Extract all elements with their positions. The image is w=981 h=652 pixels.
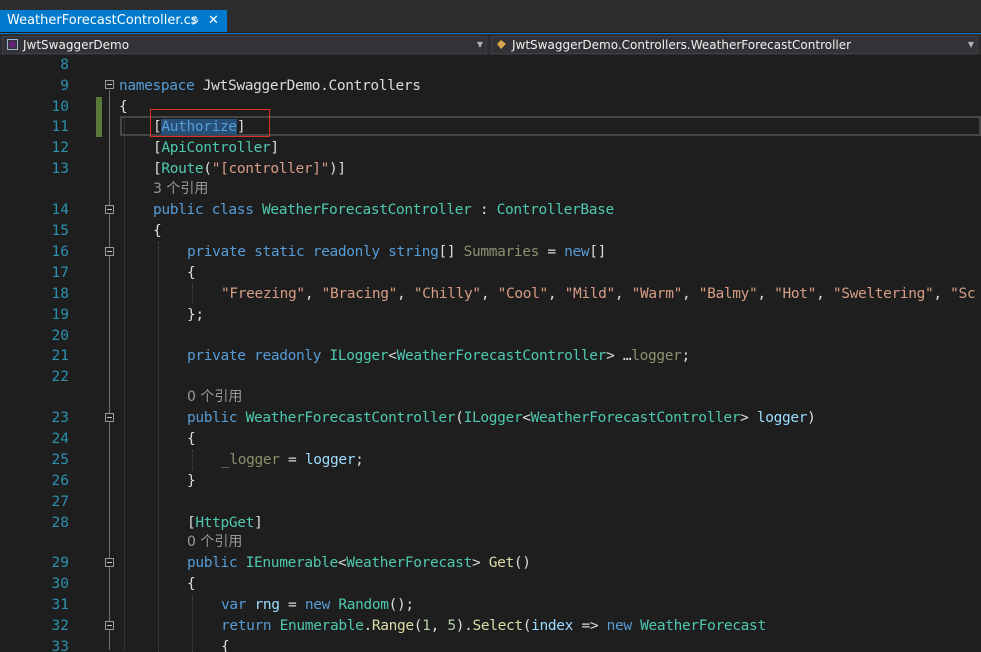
- code-line: public WeatherForecastController(ILogger…: [187, 410, 816, 426]
- code-line: {: [153, 223, 162, 239]
- code-line: _logger = logger;: [221, 452, 364, 468]
- tab-weatherforecastcontroller[interactable]: WeatherForecastController.cs ⊅ ✕: [0, 10, 227, 32]
- codelens-references[interactable]: 3 个引用: [0, 179, 981, 197]
- code-line: [HttpGet]: [187, 515, 263, 531]
- code-line: public class WeatherForecastController :…: [153, 202, 614, 218]
- code-line: private readonly ILogger<WeatherForecast…: [187, 348, 690, 364]
- line-number: 8: [60, 57, 69, 73]
- code-line: {: [187, 576, 196, 592]
- type-label: JwtSwaggerDemo.Controllers.WeatherForeca…: [512, 38, 852, 52]
- code-line: [Route("[controller]")]: [153, 161, 346, 177]
- navigation-bar: JwtSwaggerDemo ▼ JwtSwaggerDemo.Controll…: [0, 33, 981, 55]
- line-number: 20: [51, 328, 69, 344]
- code-line: };: [187, 307, 204, 323]
- code-line: namespace JwtSwaggerDemo.Controllers: [119, 77, 421, 94]
- type-dropdown[interactable]: JwtSwaggerDemo.Controllers.WeatherForeca…: [491, 36, 978, 54]
- code-line: [ApiController]: [153, 140, 279, 157]
- csharp-project-icon: [7, 39, 18, 50]
- code-line: [Authorize]: [153, 119, 246, 136]
- document-tab-strip: WeatherForecastController.cs ⊅ ✕: [0, 0, 981, 32]
- line-number: 27: [51, 494, 69, 510]
- chevron-down-icon[interactable]: ▼: [968, 37, 974, 53]
- code-line: private static readonly string[] Summari…: [187, 244, 607, 260]
- codelens-references[interactable]: 0 个引用: [0, 387, 981, 405]
- close-icon[interactable]: ✕: [208, 10, 219, 32]
- code-line: {: [187, 265, 196, 281]
- chevron-down-icon[interactable]: ▼: [477, 37, 483, 53]
- class-icon: [497, 40, 506, 49]
- code-line: {: [221, 639, 230, 652]
- code-line: public IEnumerable<WeatherForecast> Get(…: [187, 555, 531, 571]
- code-editor[interactable]: 8 9 10 11 12 13 14 15 16 17 18 19 20 21 …: [0, 55, 981, 652]
- tab-title: WeatherForecastController.cs: [7, 13, 198, 28]
- codelens-references[interactable]: 0 个引用: [0, 532, 981, 550]
- line-number: 22: [51, 369, 69, 385]
- selected-text: Authorize: [161, 119, 237, 136]
- code-line: var rng = new Random();: [221, 597, 414, 613]
- code-line: {: [119, 98, 128, 115]
- project-label: JwtSwaggerDemo: [23, 38, 130, 52]
- code-line: "Freezing", "Bracing", "Chilly", "Cool",…: [221, 286, 976, 302]
- code-line: {: [187, 431, 196, 447]
- code-line: }: [187, 473, 196, 489]
- code-line: return Enumerable.Range(1, 5).Select(ind…: [221, 618, 766, 634]
- pin-icon[interactable]: ⊅: [190, 10, 199, 32]
- project-dropdown[interactable]: JwtSwaggerDemo ▼: [2, 36, 487, 54]
